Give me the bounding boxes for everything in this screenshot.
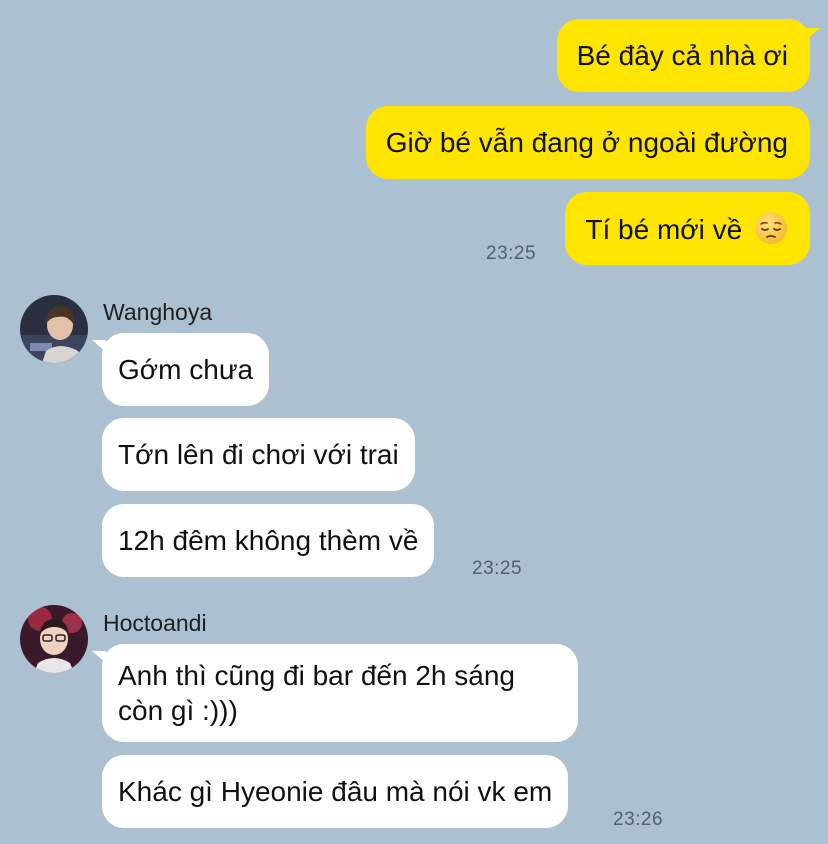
incoming-message[interactable]: Tớn lên đi chơi với trai	[102, 418, 415, 491]
message-text: Khác gì Hyeonie đâu mà nói vk em	[118, 776, 553, 807]
avatar-photo	[20, 605, 88, 673]
bubble-tail	[92, 340, 106, 352]
incoming-message[interactable]: Gớm chưa	[102, 333, 270, 406]
avatar-photo	[20, 295, 88, 363]
message-text: Bé đây cả nhà ơi	[576, 40, 788, 71]
incoming-message[interactable]: Khác gì Hyeonie đâu mà nói vk em	[102, 755, 569, 828]
message-text: Tí bé mới về	[585, 214, 743, 245]
incoming-message[interactable]: 12h đêm không thèm về	[102, 504, 435, 577]
chat-area[interactable]: Bé đây cả nhà ơi Giờ bé vẫn đang ở ngoài…	[0, 0, 828, 844]
avatar[interactable]	[20, 605, 88, 673]
outgoing-message[interactable]: Giờ bé vẫn đang ở ngoài đường	[365, 106, 810, 179]
avatar[interactable]	[20, 295, 88, 363]
message-text: 12h đêm không thèm về	[118, 525, 419, 556]
timestamp: 23:26	[613, 809, 664, 830]
message-text: Gớm chưa	[118, 354, 254, 385]
message-text: Giờ bé vẫn đang ở ngoài đường	[385, 127, 788, 158]
pensive-face-icon	[754, 211, 788, 253]
sender-name: Wanghoya	[103, 299, 213, 325]
timestamp: 23:25	[472, 558, 523, 579]
incoming-message[interactable]: Anh thì cũng đi bar đến 2h sáng còn gì :…	[102, 644, 578, 742]
timestamp: 23:25	[486, 243, 537, 264]
message-text: Anh thì cũng đi bar đến 2h sáng còn gì :…	[118, 660, 515, 726]
sender-name: Hoctoandi	[103, 610, 207, 636]
bubble-tail	[806, 28, 820, 40]
outgoing-message[interactable]: Tí bé mới về	[565, 192, 810, 265]
bubble-tail	[92, 651, 106, 663]
outgoing-message[interactable]: Bé đây cả nhà ơi	[556, 19, 810, 92]
message-text: Tớn lên đi chơi với trai	[118, 439, 399, 470]
